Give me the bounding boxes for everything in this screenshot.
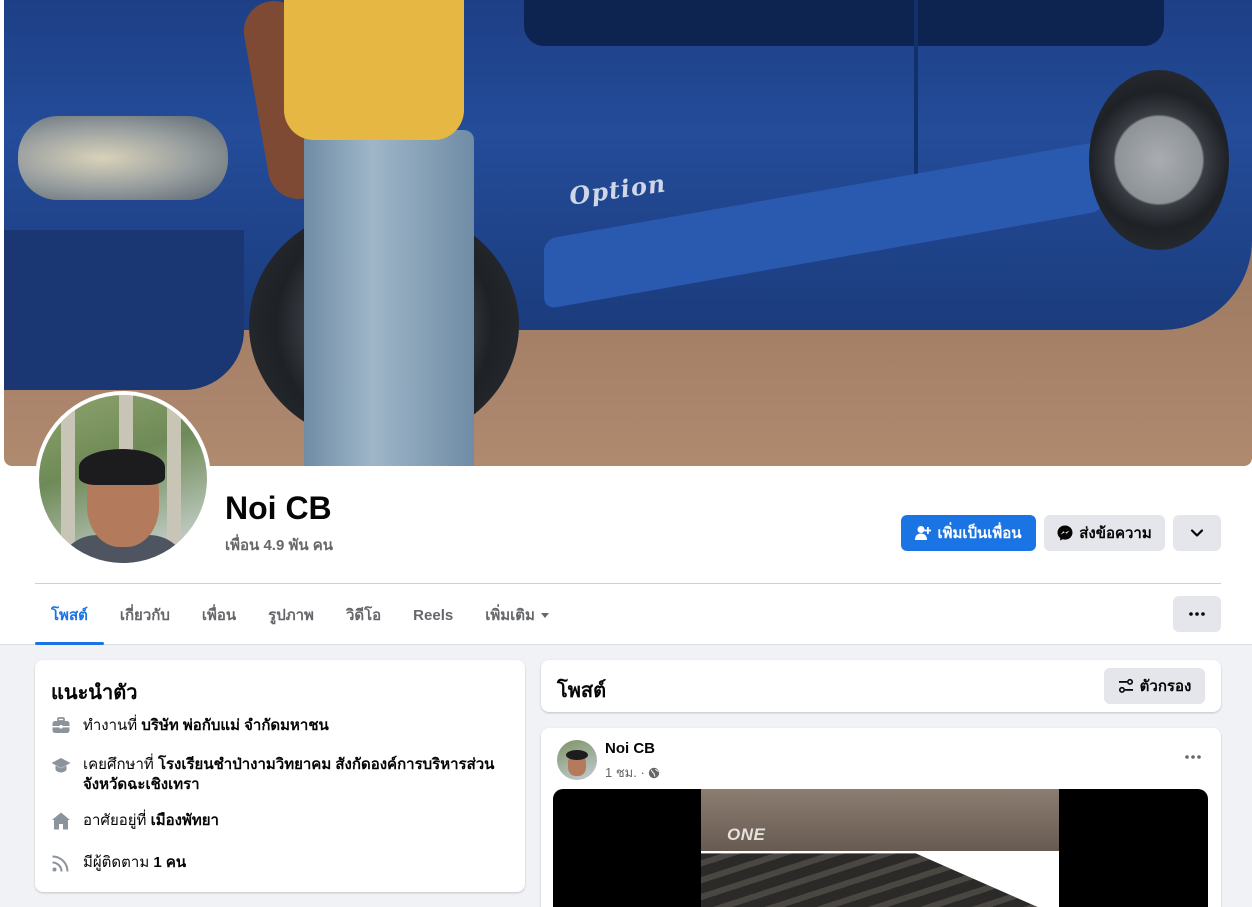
tab-about-label: เกี่ยวกับ — [119, 607, 170, 624]
profile-avatar[interactable] — [35, 391, 211, 567]
intro-lives: อาศัยอยู่ที่ เมืองพัทยา — [51, 811, 511, 831]
briefcase-icon — [52, 717, 70, 733]
post-options-button[interactable] — [1185, 746, 1201, 764]
intro-followers: มีผู้ติดตาม 1 คน — [51, 853, 511, 873]
add-friend-icon — [915, 526, 932, 540]
tab-videos-label: วิดีโอ — [345, 607, 382, 624]
tab-friends-label: เพื่อน — [201, 607, 237, 624]
intro-education-text: เคยศึกษาที่ โรงเรียนชำป่างามวิทยาคม สังก… — [83, 755, 511, 795]
more-icon — [1189, 612, 1205, 616]
post-video[interactable]: ONE — [553, 789, 1208, 907]
intro-followers-text: มีผู้ติดตาม 1 คน — [83, 853, 186, 873]
post-meta: 1 ชม. · — [605, 762, 660, 783]
caret-down-icon — [540, 612, 549, 618]
intro-work: ทำงานที่ บริษัท พ่อกับแม่ จำกัดมหาชน — [51, 716, 511, 736]
post-video-logo: ONE — [727, 825, 766, 844]
filter-label: ตัวกรอง — [1139, 678, 1192, 695]
home-icon — [52, 812, 70, 830]
cover-car-rear-wheel — [1089, 70, 1229, 250]
tab-videos[interactable]: วิดีโอ — [330, 585, 397, 645]
tabs-more-options-button[interactable] — [1173, 596, 1221, 632]
profile-name: Noi CB — [225, 490, 332, 526]
tab-reels-label: Reels — [413, 606, 454, 624]
avatar-tree-trunk — [61, 395, 75, 563]
profile-tabs: โพสต์ เกี่ยวกับ เพื่อน รูปภาพ วิดีโอ Ree… — [35, 585, 565, 645]
filter-button[interactable]: ตัวกรอง — [1104, 668, 1205, 704]
profile-options-button[interactable] — [1173, 515, 1221, 551]
cover-car-window — [524, 0, 1164, 46]
cover-photo[interactable]: Option — [4, 0, 1252, 466]
globe-icon — [648, 767, 659, 778]
intro-followers-value[interactable]: 1 คน — [153, 854, 186, 871]
post-time[interactable]: 1 ชม. · — [605, 762, 645, 783]
intro-title: แนะนำตัว — [51, 682, 138, 704]
add-friend-button[interactable]: เพิ่มเป็นเพื่อน — [901, 515, 1036, 551]
tab-friends[interactable]: เพื่อน — [186, 585, 252, 645]
intro-lives-prefix: อาศัยอยู่ที่ — [83, 812, 147, 829]
intro-card: แนะนำตัว ทำงานที่ บริษัท พ่อกับแม่ จำกัด… — [35, 660, 525, 892]
intro-lives-text: อาศัยอยู่ที่ เมืองพัทยา — [83, 811, 219, 831]
intro-followers-prefix: มีผู้ติดตาม — [83, 854, 150, 871]
post-author-name[interactable]: Noi CB — [605, 740, 655, 757]
cover-car-headlight — [18, 116, 228, 200]
cover-person-jeans — [304, 130, 474, 466]
tab-photos-label: รูปภาพ — [268, 607, 314, 624]
post-avatar-hair — [566, 750, 588, 760]
posts-title: โพสต์ — [557, 680, 607, 702]
profile-header: Option Noi CB เพื่อน 4.9 พัน คน เพิ่มเป็… — [0, 0, 1252, 645]
post-card: Noi CB 1 ชม. · ONE — [541, 728, 1221, 907]
cover-person-shirt — [284, 0, 464, 140]
tab-posts-label: โพสต์ — [51, 607, 88, 624]
avatar-photo — [39, 395, 207, 563]
graduation-cap-icon — [51, 758, 71, 773]
header-divider — [35, 583, 1221, 584]
tab-photos[interactable]: รูปภาพ — [252, 585, 330, 645]
post-author-avatar[interactable] — [557, 740, 597, 780]
tab-more-label: เพิ่มเติม — [485, 607, 535, 624]
intro-work-value[interactable]: บริษัท พ่อกับแม่ จำกัดมหาชน — [141, 717, 328, 734]
message-label: ส่งข้อความ — [1079, 525, 1152, 542]
post-video-frame: ONE — [701, 789, 1059, 907]
friends-count[interactable]: เพื่อน 4.9 พัน คน — [225, 533, 333, 557]
filter-icon — [1118, 678, 1133, 693]
rss-icon — [52, 855, 69, 872]
more-icon — [1185, 755, 1201, 759]
cover-car-bumper — [4, 230, 244, 390]
avatar-hair — [79, 449, 165, 485]
intro-education: เคยศึกษาที่ โรงเรียนชำป่างามวิทยาคม สังก… — [51, 755, 511, 795]
intro-work-text: ทำงานที่ บริษัท พ่อกับแม่ จำกัดมหาชน — [83, 716, 329, 736]
intro-work-prefix: ทำงานที่ — [83, 717, 138, 734]
message-button[interactable]: ส่งข้อความ — [1044, 515, 1165, 551]
add-friend-label: เพิ่มเป็นเพื่อน — [937, 525, 1022, 542]
tab-about[interactable]: เกี่ยวกับ — [104, 585, 186, 645]
intro-school-prefix: เคยศึกษาที่ — [83, 756, 154, 773]
avatar-tree-trunk — [167, 395, 181, 563]
tab-posts[interactable]: โพสต์ — [35, 585, 104, 645]
tab-reels[interactable]: Reels — [397, 585, 469, 645]
posts-header-card: โพสต์ ตัวกรอง — [541, 660, 1221, 712]
intro-lives-value[interactable]: เมืองพัทยา — [151, 812, 219, 829]
chevron-down-icon — [1190, 529, 1204, 537]
messenger-icon — [1057, 525, 1073, 541]
tab-more[interactable]: เพิ่มเติม — [469, 585, 565, 645]
